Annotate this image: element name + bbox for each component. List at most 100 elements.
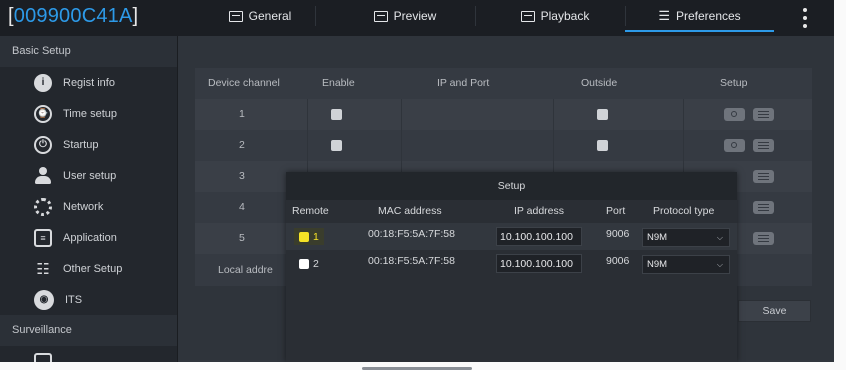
device-id-title: [009900C41A] (8, 5, 139, 27)
eye-monitor-icon (373, 10, 388, 22)
mac-address-value: 00:18:F5:5A:7F:58 (368, 228, 455, 240)
protocol-select[interactable]: N9M ⌵ (642, 228, 730, 247)
power-icon: ⏻ (34, 135, 52, 154)
tab-preferences[interactable]: ☰ Preferences (625, 0, 774, 32)
remote-checkbox-2[interactable]: 2 (294, 255, 324, 272)
save-button[interactable]: Save (738, 300, 811, 322)
col-ip-address: IP address (514, 205, 565, 217)
sliders-icon: ☰ (658, 8, 670, 23)
protocol-value: N9M (647, 232, 668, 243)
ip-address-input[interactable]: 10.100.100.100 (496, 254, 582, 273)
dialog-table-header: Remote MAC address IP address Port Proto… (286, 200, 737, 223)
outside-checkbox[interactable] (597, 140, 608, 151)
tab-preview[interactable]: Preview (335, 0, 475, 32)
list-icon[interactable] (753, 170, 774, 183)
info-icon: i (34, 73, 52, 92)
partial-icon (34, 352, 52, 362)
ip-address-input[interactable]: 10.100.100.100 (496, 227, 582, 246)
dialog-row: 1 00:18:F5:5A:7F:58 10.100.100.100 9006 … (286, 223, 737, 250)
tab-general-label: General (248, 9, 292, 23)
tab-playback[interactable]: Playback (490, 0, 620, 32)
local-address-label: Local addre (218, 264, 273, 276)
remote-number: 2 (313, 257, 319, 270)
col-setup: Setup (720, 77, 748, 89)
search-icon[interactable] (724, 139, 745, 152)
steering-wheel-icon: ◉ (34, 289, 54, 310)
table-icon (228, 10, 243, 22)
sidebar-section-basic-setup: Basic Setup (0, 36, 177, 67)
sidebar-item-time-setup[interactable]: ⌚ Time setup (0, 98, 177, 129)
application-icon: ≡ (34, 228, 52, 247)
sidebar-item-partial[interactable] (0, 346, 177, 362)
protocol-select[interactable]: N9M ⌵ (642, 255, 730, 274)
enable-checkbox[interactable] (331, 109, 342, 120)
clock-icon: ⌚ (34, 104, 52, 123)
col-protocol-type: Protocol type (653, 205, 715, 217)
channel-number: 1 (239, 108, 245, 120)
sidebar-item-label: Application (63, 231, 117, 244)
tab-preferences-label: Preferences (675, 9, 741, 23)
remote-number: 1 (313, 230, 319, 243)
col-device-channel: Device channel (208, 77, 280, 89)
sidebar-item-label: Regist info (63, 76, 115, 89)
sidebar-item-network[interactable]: Network (0, 191, 177, 222)
network-gear-icon (34, 197, 52, 216)
protocol-value: N9M (647, 259, 668, 270)
sidebar-item-application[interactable]: ≡ Application (0, 222, 177, 253)
col-outside: Outside (581, 77, 618, 89)
table-row: 2 (195, 130, 812, 161)
col-ip-port: IP and Port (437, 77, 490, 89)
sidebar-item-user-setup[interactable]: User setup (0, 160, 177, 191)
checkbox-box (299, 231, 309, 242)
channel-number: 5 (239, 232, 245, 244)
tab-divider (315, 6, 316, 26)
top-bar: [009900C41A] General Preview Playback ☰ … (0, 0, 834, 36)
user-icon (34, 166, 52, 185)
col-remote: Remote (292, 205, 329, 217)
list-icon[interactable] (753, 232, 774, 245)
sidebar-item-label: Time setup (63, 107, 118, 120)
channel-number: 4 (239, 201, 245, 213)
list-icon[interactable] (753, 139, 774, 152)
other-setup-icon (34, 260, 52, 278)
sidebar-section-surveillance: Surveillance (0, 315, 177, 346)
sidebar-item-startup[interactable]: ⏻ Startup (0, 129, 177, 160)
remote-checkbox-1[interactable]: 1 (294, 228, 324, 245)
sidebar-item-label: Startup (63, 138, 99, 151)
dialog-row: 2 00:18:F5:5A:7F:58 10.100.100.100 9006 … (286, 250, 737, 277)
sidebar-item-label: Network (63, 200, 104, 213)
active-tab-indicator (625, 30, 774, 32)
sidebar-item-regist-info[interactable]: i Regist info (0, 67, 177, 98)
enable-checkbox[interactable] (331, 140, 342, 151)
sidebar-item-label: ITS (65, 293, 83, 306)
col-port: Port (606, 205, 626, 217)
setup-dialog: Setup Remote MAC address IP address Port… (286, 172, 737, 362)
chevron-down-icon: ⌵ (716, 233, 723, 242)
search-icon[interactable] (724, 108, 745, 121)
mac-address-value: 00:18:F5:5A:7F:58 (368, 255, 455, 267)
checkbox-box (299, 258, 309, 269)
tab-general[interactable]: General (205, 0, 315, 32)
table-row: 1 (195, 99, 812, 130)
channel-table-header: Device channel Enable IP and Port Outsid… (195, 68, 812, 98)
more-menu-icon[interactable] (800, 6, 810, 30)
sidebar-item-other-setup[interactable]: Other Setup (0, 253, 177, 284)
chevron-down-icon: ⌵ (716, 260, 723, 269)
sidebar-item-label: Other Setup (63, 262, 123, 275)
outside-checkbox[interactable] (597, 109, 608, 120)
tab-divider (475, 6, 476, 26)
sidebar: Basic Setup i Regist info ⌚ Time setup ⏻… (0, 36, 178, 362)
tab-playback-label: Playback (540, 9, 590, 23)
col-mac-address: MAC address (378, 205, 442, 217)
channel-number: 3 (239, 170, 245, 182)
list-icon[interactable] (753, 201, 774, 214)
port-value: 9006 (606, 228, 630, 240)
dialog-title: Setup (286, 172, 737, 200)
channel-number: 2 (239, 139, 245, 151)
list-icon[interactable] (753, 108, 774, 121)
tab-preview-label: Preview (393, 9, 437, 23)
col-enable: Enable (322, 77, 355, 89)
port-value: 9006 (606, 255, 630, 267)
sidebar-item-its[interactable]: ◉ ITS (0, 284, 177, 315)
sidebar-item-label: User setup (63, 169, 117, 182)
